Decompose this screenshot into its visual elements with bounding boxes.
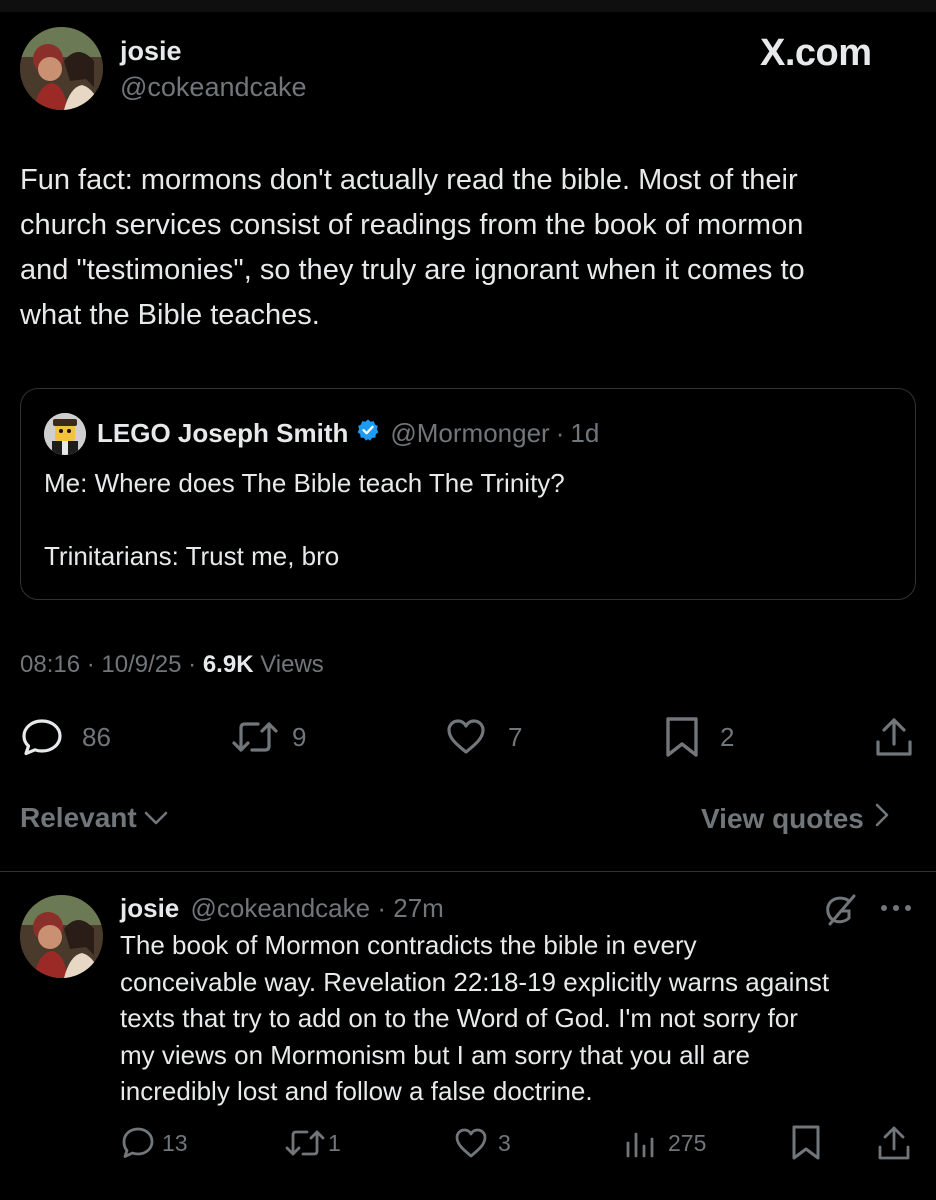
- repost-icon: [230, 717, 280, 757]
- reply-share-button[interactable]: [876, 1124, 912, 1162]
- reply-views-button[interactable]: 275: [624, 1126, 706, 1160]
- post-date: 10/9/25: [101, 651, 182, 678]
- reply-count: 86: [82, 721, 111, 752]
- reply-text-line: texts that try to add on to the Word of …: [120, 1003, 798, 1033]
- bookmark-icon: [664, 715, 700, 759]
- quoted-author-avatar: [44, 413, 86, 455]
- more-options-icon[interactable]: [878, 900, 914, 921]
- heart-icon: [454, 1126, 488, 1160]
- quoted-post-time[interactable]: 1d: [570, 418, 599, 449]
- reply-text-line: conceivable way. Revelation 22:18-19 exp…: [120, 966, 830, 997]
- post-meta: 08:16 · 10/9/25 · 6.9K Views: [20, 651, 324, 679]
- reply-author-avatar[interactable]: [20, 895, 103, 978]
- like-count: 7: [508, 721, 523, 752]
- reply-author-handle[interactable]: @cokeandcake: [190, 893, 370, 923]
- bookmark-count: 2: [720, 721, 735, 752]
- separator-dot: ·: [555, 418, 565, 448]
- bookmark-button[interactable]: 2: [664, 715, 734, 759]
- reply-icon: [120, 1126, 156, 1160]
- status-strip: [0, 0, 936, 12]
- brand-watermark: X.com: [760, 32, 872, 74]
- view-quotes-label: View quotes: [701, 802, 864, 834]
- view-quotes-link[interactable]: View quotes: [701, 802, 890, 835]
- reply-author-name[interactable]: josie: [120, 893, 179, 923]
- reply-header: josie @cokeandcake · 27m: [120, 893, 444, 924]
- reply-repost-button[interactable]: 1: [284, 1126, 341, 1160]
- reply-icon: [20, 717, 66, 757]
- reply-text-line: incredibly lost and follow a false doctr…: [120, 1076, 593, 1106]
- views-count: 6.9K: [202, 651, 254, 678]
- post-text: Fun fact: mormons don't actually read th…: [20, 158, 920, 338]
- share-button[interactable]: [874, 716, 914, 758]
- reply-views-count: 275: [668, 1129, 707, 1156]
- separator-dot: ·: [86, 651, 95, 678]
- section-divider: [0, 871, 936, 872]
- quoted-post-text-line: Me: Where does The Bible teach The Trini…: [44, 468, 565, 498]
- chevron-down-icon: [143, 802, 169, 834]
- quoted-post-header: LEGO Joseph Smith @Mormonger · 1d: [97, 418, 599, 449]
- analytics-icon: [624, 1126, 658, 1160]
- author-avatar[interactable]: [20, 27, 103, 110]
- bookmark-icon: [790, 1124, 822, 1162]
- repost-button[interactable]: 9: [230, 717, 306, 757]
- reply-like-button[interactable]: 3: [454, 1126, 511, 1160]
- reply-text-line: The book of Mormon contradicts the bible…: [120, 930, 697, 960]
- post-text-line: what the Bible teaches.: [20, 299, 320, 331]
- sort-label: Relevant: [20, 802, 137, 833]
- reply-time[interactable]: 27m: [393, 893, 444, 923]
- reply-text-line: my views on Mormonism but I am sorry tha…: [120, 1039, 750, 1070]
- share-icon: [874, 716, 914, 758]
- post-text-line: Fun fact: mormons don't actually read th…: [20, 164, 798, 196]
- share-icon: [876, 1124, 912, 1162]
- like-button[interactable]: 7: [446, 717, 522, 757]
- chevron-right-icon: [874, 802, 890, 835]
- reply-text: The book of Mormon contradicts the bible…: [120, 927, 920, 1110]
- reply-button[interactable]: 86: [20, 717, 111, 757]
- author-handle[interactable]: @cokeandcake: [120, 72, 307, 103]
- post-text-line: and "testimonies", so they truly are ign…: [20, 254, 805, 286]
- sort-relevant-dropdown[interactable]: Relevant: [20, 802, 169, 834]
- reply-reply-count: 13: [162, 1129, 188, 1156]
- views-label: Views: [260, 651, 324, 678]
- verified-badge-icon: [356, 418, 380, 449]
- quoted-post-text-line: Trinitarians: Trust me, bro: [44, 541, 340, 571]
- repost-icon: [284, 1126, 326, 1160]
- reply-reply-button[interactable]: 13: [120, 1126, 188, 1160]
- post-time: 08:16: [20, 651, 81, 678]
- heart-icon: [446, 717, 486, 757]
- author-display-name[interactable]: josie: [120, 36, 182, 67]
- reply-like-count: 3: [498, 1129, 511, 1156]
- quoted-author-handle[interactable]: @Mormonger: [390, 418, 549, 449]
- reply-bookmark-button[interactable]: [790, 1124, 822, 1162]
- separator-dot: ·: [377, 893, 387, 923]
- separator-dot: ·: [188, 651, 197, 678]
- repost-count: 9: [292, 721, 307, 752]
- quoted-author-name[interactable]: LEGO Joseph Smith: [97, 418, 348, 449]
- reply-repost-count: 1: [328, 1129, 341, 1156]
- post-text-line: church services consist of readings from…: [20, 209, 804, 241]
